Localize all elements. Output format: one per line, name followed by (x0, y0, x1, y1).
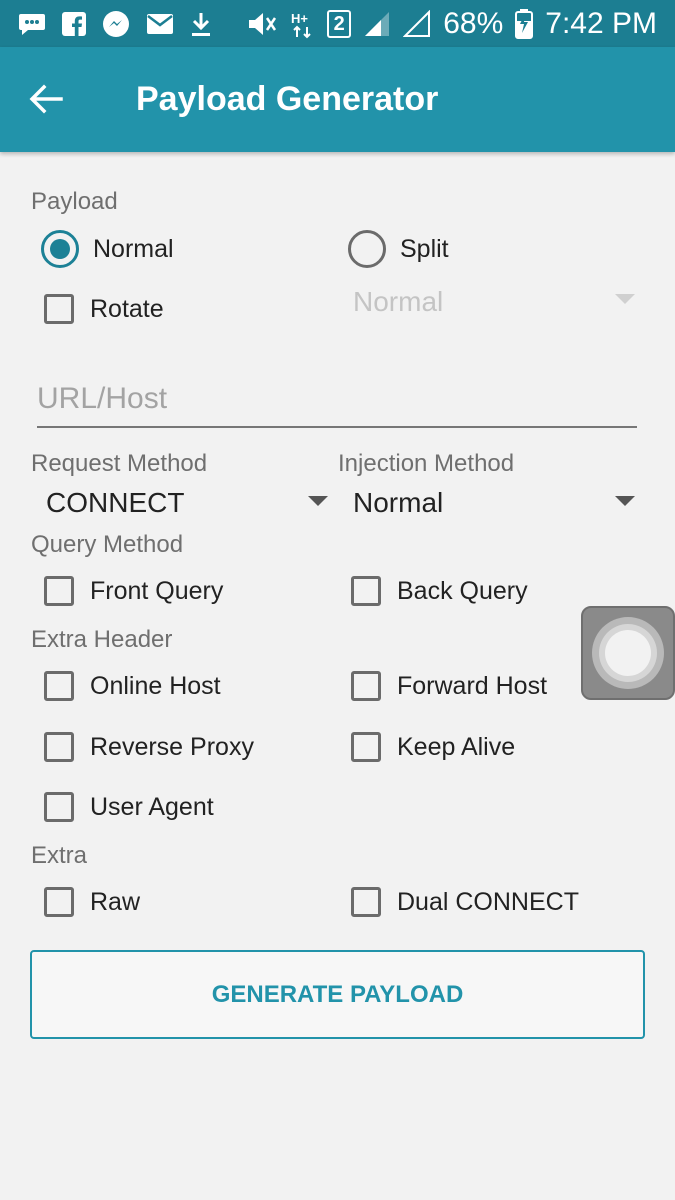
online-host-label: Online Host (90, 671, 221, 700)
checkbox-icon (44, 732, 74, 762)
payload-label: Payload (31, 188, 118, 215)
checkbox-icon (351, 732, 381, 762)
rotate-checkbox[interactable]: Rotate (44, 289, 164, 329)
download-icon (190, 11, 212, 37)
generate-payload-button[interactable]: GENERATE PAYLOAD (30, 950, 645, 1039)
arrow-left-icon (29, 84, 63, 114)
request-method-label: Request Method (31, 450, 208, 477)
payload-split-label: Split (400, 234, 449, 263)
user-agent-label: User Agent (90, 792, 214, 821)
radio-selected-icon (41, 230, 79, 268)
extra-header-label: Extra Header (31, 626, 173, 653)
checkbox-icon (44, 671, 74, 701)
dual-connect-checkbox[interactable]: Dual CONNECT (351, 882, 579, 922)
reverse-proxy-checkbox[interactable]: Reverse Proxy (44, 727, 254, 767)
sim2-icon: 2 (327, 10, 352, 38)
forward-host-label: Forward Host (397, 671, 548, 700)
chevron-down-icon (308, 496, 328, 506)
payload-normal-label: Normal (93, 234, 174, 263)
signal-icon (363, 10, 391, 38)
checkbox-icon (44, 887, 74, 917)
injection-method-label: Injection Method (338, 450, 515, 477)
query-method-label: Query Method (31, 531, 184, 558)
mute-icon (245, 10, 279, 38)
front-query-label: Front Query (90, 576, 224, 605)
forward-host-checkbox[interactable]: Forward Host (351, 666, 547, 706)
back-query-label: Back Query (397, 576, 528, 605)
status-bar: H+ 2 68% 7:42 PM (0, 0, 675, 47)
back-button[interactable] (20, 77, 72, 121)
raw-checkbox[interactable]: Raw (44, 882, 140, 922)
extra-label: Extra (31, 842, 88, 869)
split-mode-spinner: Normal (353, 280, 637, 324)
injection-method-spinner[interactable]: Normal (353, 481, 637, 525)
clock: 7:42 PM (545, 7, 657, 40)
checkbox-icon (351, 671, 381, 701)
hplus-data-icon: H+ (291, 9, 315, 39)
request-method-spinner[interactable]: CONNECT (46, 481, 330, 525)
email-icon (146, 13, 174, 35)
messenger-icon (102, 10, 130, 38)
front-query-checkbox[interactable]: Front Query (44, 571, 223, 611)
page-title: Payload Generator (136, 80, 439, 118)
checkbox-icon (351, 576, 381, 606)
svg-text:H+: H+ (291, 11, 308, 26)
user-agent-checkbox[interactable]: User Agent (44, 787, 214, 827)
messages-icon (18, 12, 46, 36)
split-mode-value: Normal (353, 286, 444, 317)
assistive-touch-button[interactable] (581, 606, 675, 700)
injection-method-value: Normal (353, 487, 444, 518)
payload-normal-radio[interactable]: Normal (41, 229, 174, 269)
assistive-touch-icon (592, 617, 664, 689)
dual-connect-label: Dual CONNECT (397, 887, 579, 916)
notification-icons (18, 8, 212, 40)
reverse-proxy-label: Reverse Proxy (90, 732, 254, 761)
online-host-checkbox[interactable]: Online Host (44, 666, 221, 706)
battery-percent: 68% (443, 7, 504, 40)
radio-unselected-icon (348, 230, 386, 268)
keep-alive-label: Keep Alive (397, 732, 516, 761)
keep-alive-checkbox[interactable]: Keep Alive (351, 727, 515, 767)
signal-empty-icon (403, 10, 431, 38)
back-query-checkbox[interactable]: Back Query (351, 571, 528, 611)
battery-charging-icon (515, 9, 534, 39)
system-icons: H+ 2 68% 7:42 PM (245, 4, 657, 44)
app-bar: Payload Generator (0, 47, 675, 152)
checkbox-icon (44, 576, 74, 606)
rotate-label: Rotate (90, 294, 164, 323)
request-method-value: CONNECT (46, 487, 185, 518)
checkbox-icon (44, 792, 74, 822)
chevron-down-icon (615, 294, 635, 304)
chevron-down-icon (615, 496, 635, 506)
raw-label: Raw (90, 887, 141, 916)
checkbox-icon (351, 887, 381, 917)
url-host-input[interactable] (37, 372, 637, 428)
checkbox-icon (44, 294, 74, 324)
facebook-icon (62, 12, 86, 36)
payload-split-radio[interactable]: Split (348, 229, 449, 269)
